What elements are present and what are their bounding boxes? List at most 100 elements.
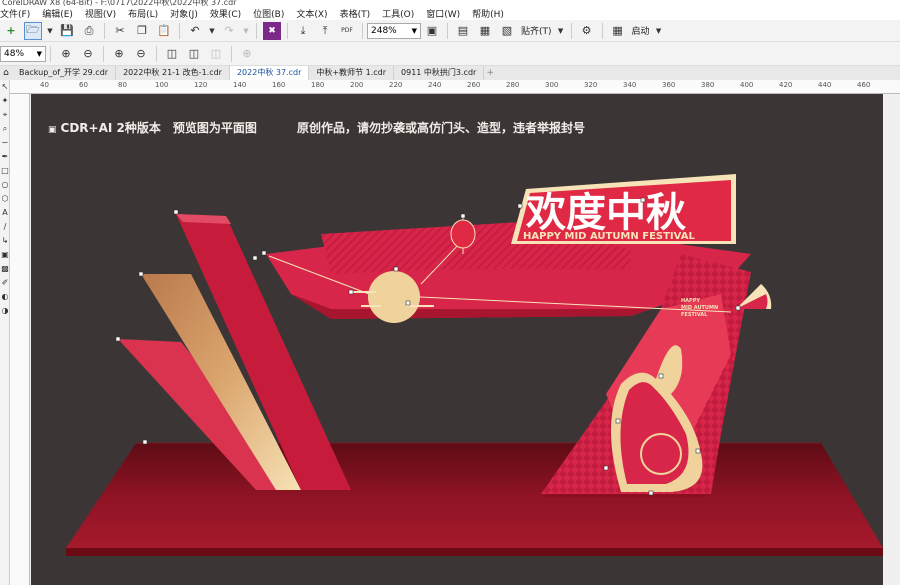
- tab-document[interactable]: 0911 中秋拱门3.cdr: [394, 66, 485, 80]
- ruler-tick-label: 40: [40, 81, 49, 89]
- save-icon[interactable]: 💾: [58, 22, 76, 40]
- menu-help[interactable]: 帮助(H): [466, 7, 510, 20]
- selection-node[interactable]: [460, 213, 466, 219]
- shape-tool-icon[interactable]: ✦: [0, 94, 10, 108]
- menu-text[interactable]: 文本(X): [290, 7, 333, 20]
- selection-node[interactable]: [640, 197, 646, 203]
- selection-node[interactable]: [517, 203, 523, 209]
- toolbar-separator: [103, 45, 104, 62]
- connector-tool-icon[interactable]: ↳: [0, 234, 10, 248]
- menu-layout[interactable]: 布局(L): [122, 7, 164, 20]
- freehand-tool-icon[interactable]: ∽: [0, 136, 10, 150]
- selection-node[interactable]: [405, 300, 411, 306]
- new-tab-plus-icon[interactable]: +: [484, 66, 496, 80]
- snap-to-button[interactable]: 贴齐(T): [521, 24, 552, 37]
- undo-icon[interactable]: ↶: [186, 22, 204, 40]
- menu-file[interactable]: 文件(F): [0, 7, 36, 20]
- color-eyedropper-icon[interactable]: ✐: [0, 276, 10, 290]
- toolbar-separator: [50, 45, 51, 62]
- home-icon[interactable]: ⌂: [0, 66, 12, 80]
- festival-arch-artwork[interactable]: HAPPY MID AUTUMN FESTIVAL 欢度中秋 HAPPY MID…: [31, 94, 883, 585]
- crop-tool-icon[interactable]: ⌖: [0, 108, 10, 122]
- menu-object[interactable]: 对象(J): [164, 7, 204, 20]
- ruler-tick-label: 340: [623, 81, 637, 89]
- chevron-down-icon[interactable]: ▼: [557, 22, 565, 40]
- rectangle-tool-icon[interactable]: □: [0, 164, 10, 178]
- chevron-down-icon[interactable]: ▼: [655, 22, 663, 40]
- menu-edit[interactable]: 编辑(E): [36, 7, 79, 20]
- new-document-icon[interactable]: +: [2, 22, 20, 40]
- show-guidelines-icon[interactable]: ▧: [498, 22, 516, 40]
- menu-tools[interactable]: 工具(O): [376, 7, 420, 20]
- zoom-page-height-icon[interactable]: ◫: [207, 45, 225, 63]
- drop-shadow-icon[interactable]: ▣: [0, 248, 10, 262]
- zoom-tool-icon[interactable]: ⌕: [0, 122, 10, 136]
- selection-node[interactable]: [695, 448, 701, 454]
- selection-node[interactable]: [658, 373, 664, 379]
- selection-node[interactable]: [348, 289, 354, 295]
- selection-node[interactable]: [115, 336, 121, 342]
- selection-node[interactable]: [173, 209, 179, 215]
- show-grid-icon[interactable]: ▦: [476, 22, 494, 40]
- selection-node[interactable]: [261, 250, 267, 256]
- document-tabs: ⌂ Backup_of_开学 29.cdr 2022中秋 21-1 改色-1.c…: [0, 66, 900, 80]
- dropdown-chevron-icon[interactable]: ▼: [46, 22, 54, 40]
- tab-document[interactable]: 中秋+教师节 1.cdr: [309, 66, 395, 80]
- menu-window[interactable]: 窗口(W): [420, 7, 466, 20]
- add-plus-icon[interactable]: ⊕: [238, 45, 256, 63]
- interactive-fill-icon[interactable]: ◐: [0, 290, 10, 304]
- launch-button[interactable]: 启动: [632, 24, 650, 37]
- menu-view[interactable]: 视图(V): [79, 7, 122, 20]
- open-folder-icon[interactable]: 🗁: [24, 21, 42, 40]
- search-content-icon[interactable]: ✖: [263, 21, 281, 40]
- zoom-levels-select[interactable]: 48% ▼: [0, 45, 46, 62]
- artistic-media-icon[interactable]: ✒: [0, 150, 10, 164]
- redo-icon[interactable]: ↷: [220, 22, 238, 40]
- menu-effects[interactable]: 效果(C): [204, 7, 247, 20]
- zoom-page-width-icon[interactable]: ◫: [185, 45, 203, 63]
- selection-node[interactable]: [603, 465, 609, 471]
- selection-node[interactable]: [252, 255, 258, 261]
- horizontal-ruler[interactable]: 40 60 80 100 120 140 160 180 200 220 240…: [10, 80, 900, 94]
- paste-icon[interactable]: 📋: [155, 22, 173, 40]
- cut-icon[interactable]: ✂: [111, 22, 129, 40]
- selection-node[interactable]: [735, 305, 741, 311]
- selection-node[interactable]: [142, 439, 148, 445]
- selection-node[interactable]: [393, 266, 399, 272]
- options-gear-icon[interactable]: ⚙: [578, 22, 596, 40]
- application-launcher-icon[interactable]: ▦: [609, 22, 627, 40]
- small-sign-line-2: MID AUTUMN: [681, 305, 718, 311]
- zoom-out-icon[interactable]: ⊖: [79, 45, 97, 63]
- dropdown-chevron-icon[interactable]: ▼: [242, 22, 250, 40]
- zoom-level-select[interactable]: 248% ▼: [367, 22, 421, 39]
- vertical-ruler[interactable]: [10, 94, 30, 585]
- import-icon[interactable]: ⤓: [294, 22, 312, 40]
- zoom-in-icon[interactable]: ⊕: [57, 45, 75, 63]
- menu-bitmaps[interactable]: 位图(B): [247, 7, 290, 20]
- export-icon[interactable]: ⤒: [316, 22, 334, 40]
- selection-node[interactable]: [615, 418, 621, 424]
- show-rulers-icon[interactable]: ▤: [454, 22, 472, 40]
- text-tool-icon[interactable]: A: [0, 206, 10, 220]
- zoom-all-icon[interactable]: ⊖: [132, 45, 150, 63]
- copy-icon[interactable]: ❐: [133, 22, 151, 40]
- zoom-selected-icon[interactable]: ⊕: [110, 45, 128, 63]
- tab-document[interactable]: 2022中秋 21-1 改色-1.cdr: [116, 66, 230, 80]
- polygon-tool-icon[interactable]: ⬡: [0, 192, 10, 206]
- zoom-page-icon[interactable]: ◫: [163, 45, 181, 63]
- selection-node[interactable]: [648, 490, 654, 496]
- drawing-canvas[interactable]: ▣ CDR+AI 2种版本 预览图为平面图 原创作品，请勿抄袭或高仿门头、造型，违…: [31, 94, 883, 585]
- pick-tool-icon[interactable]: ↖: [0, 80, 10, 94]
- menu-table[interactable]: 表格(T): [334, 7, 377, 20]
- transparency-tool-icon[interactable]: ▩: [0, 262, 10, 276]
- tab-document[interactable]: Backup_of_开学 29.cdr: [12, 66, 117, 80]
- selection-node[interactable]: [138, 271, 144, 277]
- tab-document-active[interactable]: 2022中秋 37.cdr: [229, 66, 310, 80]
- smart-fill-icon[interactable]: ◑: [0, 304, 10, 318]
- parallel-dimension-icon[interactable]: ∕: [0, 220, 10, 234]
- ellipse-tool-icon[interactable]: ○: [0, 178, 10, 192]
- publish-pdf-icon[interactable]: PDF: [338, 22, 356, 40]
- dropdown-chevron-icon[interactable]: ▼: [208, 22, 216, 40]
- print-icon[interactable]: ⎙: [80, 22, 98, 40]
- full-screen-icon[interactable]: ▣: [423, 22, 441, 40]
